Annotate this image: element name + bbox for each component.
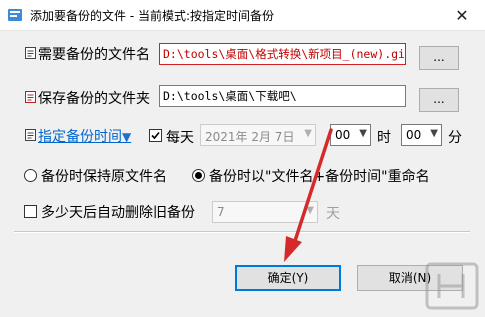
clock-doc-icon [25,129,36,141]
minute-unit-label: 分 [448,130,462,146]
file-icon [25,47,36,59]
rename-with-time-radio[interactable] [192,169,205,182]
keep-filename-radio[interactable] [24,169,37,182]
chevron-down-icon: ▼ [306,205,314,216]
divider [14,231,470,233]
ok-button[interactable]: 确定(Y) [235,265,341,291]
daily-checkbox[interactable] [149,129,162,142]
minute-value: 00 [406,128,422,142]
daily-label: 每天 [166,130,194,146]
days-value: 7 [217,205,225,219]
chevron-down-icon: ▼ [430,128,438,139]
keep-filename-label: 备份时保持原文件名 [41,169,167,185]
close-button[interactable]: ✕ [439,0,485,30]
browse-source-button[interactable]: ... [419,46,459,70]
auto-delete-checkbox[interactable] [24,205,37,218]
checkmark-icon [151,131,160,140]
browse-destination-button[interactable]: ... [419,88,459,112]
hour-value: 00 [335,128,351,142]
schedule-time-link-label: 指定备份时间 [38,129,122,145]
app-icon [8,9,22,21]
dropdown-arrow-icon: ▼ [122,130,132,144]
chevron-down-icon: ▼ [304,128,312,139]
date-picker[interactable]: 2021年 2月 7日 ▼ [200,124,316,146]
chevron-down-icon: ▼ [359,128,367,139]
hour-select[interactable]: 00 ▼ [330,124,371,146]
auto-delete-label: 多少天后自动删除旧备份 [41,205,195,221]
date-value: 2021年 2月 7日 [205,130,295,144]
days-unit-label: 天 [326,206,340,222]
destination-folder-label: 保存备份的文件夹 [38,91,150,107]
schedule-time-link[interactable]: 指定备份时间▼ [38,126,131,146]
days-select[interactable]: 7 ▼ [212,201,318,223]
window-title: 添加要备份的文件 - 当前模式:按指定时间备份 [30,9,275,23]
destination-folder-input[interactable]: D:\tools\桌面\下载吧\ [159,85,406,107]
titlebar: 添加要备份的文件 - 当前模式:按指定时间备份 ✕ [0,0,485,31]
watermark-logo [425,262,479,310]
close-icon: ✕ [455,5,469,25]
source-file-input[interactable]: D:\tools\桌面\格式转换\新项目_(new).gif [159,43,406,65]
rename-with-time-label: 备份时以"文件名+备份时间"重命名 [209,169,430,185]
source-file-label: 需要备份的文件名 [38,47,150,63]
hour-unit-label: 时 [377,130,391,146]
folder-save-icon [25,91,36,103]
minute-select[interactable]: 00 ▼ [401,124,442,146]
